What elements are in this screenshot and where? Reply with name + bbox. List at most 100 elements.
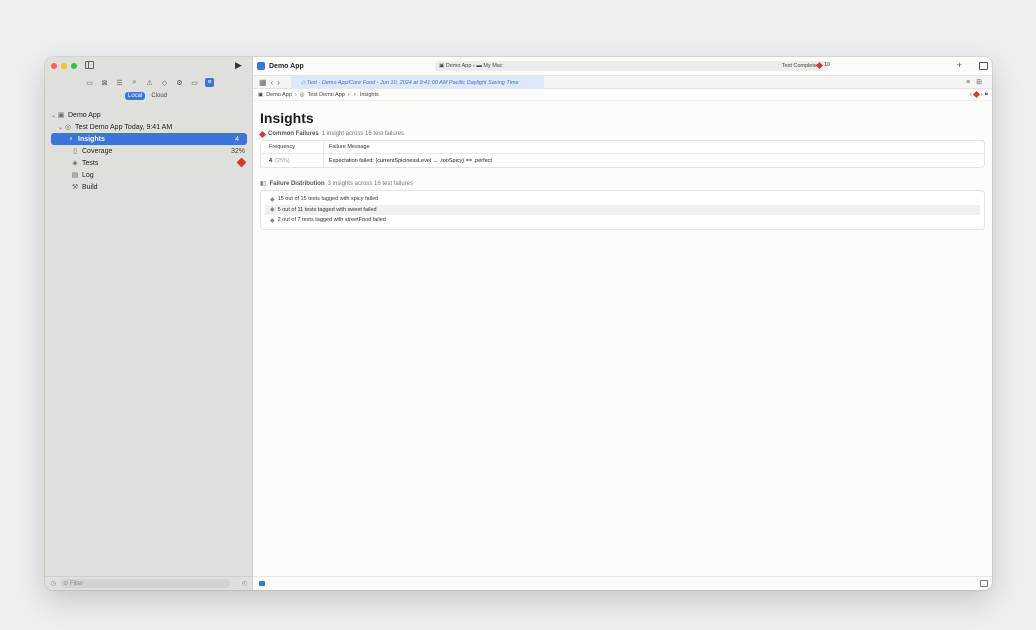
section-subtitle: 3 insights across 16 test failures bbox=[327, 180, 413, 187]
section-title: Failure Distribution bbox=[269, 180, 325, 187]
breadcrumb-item[interactable]: Test Demo App bbox=[308, 92, 345, 98]
navigator-sidebar: ▶ ▭ ⊠ ☰ ⌕ ⚠ ◇ ⚙ ▭ ≡ Local Cloud ⌄ ▣ Demo… bbox=[45, 57, 253, 590]
app-icon: ▣ bbox=[258, 91, 264, 98]
failure-distribution-list: ◆ 15 out of 15 tests tagged with spicy f… bbox=[260, 190, 985, 230]
issue-navigation: ‹ › 🔒︎ bbox=[970, 90, 988, 99]
test-failure-icon bbox=[236, 157, 247, 168]
add-icon[interactable]: + bbox=[957, 60, 962, 70]
breadcrumb-item[interactable]: Demo App bbox=[266, 92, 292, 98]
run-button[interactable]: ▶ bbox=[235, 60, 242, 71]
tag-icon: ◆ bbox=[270, 217, 275, 224]
filter-options-icon[interactable]: ◷ bbox=[51, 580, 56, 587]
issue-icon[interactable]: ⚠ bbox=[145, 78, 154, 87]
frequency-cell: 4 (25%) bbox=[261, 154, 324, 167]
sidebar-item-label: Log bbox=[82, 171, 94, 179]
failure-message-cell: Expectation failed: (currentSpicinessLev… bbox=[329, 157, 492, 164]
test-run-time: Today, 9:41 AM bbox=[124, 123, 173, 131]
xcode-window: ▶ ▭ ⊠ ☰ ⌕ ⚠ ◇ ⚙ ▭ ≡ Local Cloud ⌄ ▣ Demo… bbox=[45, 57, 992, 590]
sidebar-item-label: Insights bbox=[78, 135, 105, 143]
tag-icon: ◆ bbox=[270, 207, 275, 214]
filter-input[interactable]: ⊙ Filter bbox=[60, 579, 231, 588]
test-run-icon: ◎ bbox=[299, 91, 305, 98]
table-row[interactable]: 4 (25%) Expectation failed: (currentSpic… bbox=[261, 154, 984, 167]
breakpoint-icon[interactable]: ▭ bbox=[190, 78, 199, 87]
section-subtitle: 1 insight across 16 test failures bbox=[321, 131, 405, 137]
distribution-icon: ▮▯ bbox=[260, 181, 267, 187]
folder-icon[interactable]: ▭ bbox=[85, 78, 94, 87]
test-diamond-icon: ◈ bbox=[72, 160, 78, 167]
window-title: Demo App bbox=[269, 62, 304, 70]
project-label: Demo App bbox=[68, 111, 101, 119]
activity-view[interactable]: ▣ Demo App › ▬ My Mac Test Completed bbox=[435, 61, 828, 71]
filter-icon: ⊙ bbox=[63, 581, 69, 587]
scheme-icon: ▣ bbox=[439, 63, 445, 69]
column-failure-message[interactable]: Failure Message bbox=[324, 144, 370, 150]
sidebar-item-tests[interactable]: ◈ Tests bbox=[45, 157, 253, 169]
insights-count-badge: 4 bbox=[235, 135, 239, 143]
local-cloud-segmented: Local Cloud bbox=[125, 92, 170, 100]
minimize-window-button[interactable] bbox=[61, 63, 67, 69]
failure-percent: (25%) bbox=[275, 157, 290, 164]
destination-selector[interactable]: My Mac bbox=[483, 63, 502, 69]
project-row[interactable]: ⌄ ▣ Demo App bbox=[45, 109, 253, 121]
navigator-selector-bar: ▭ ⊠ ☰ ⌕ ⚠ ◇ ⚙ ▭ ≡ bbox=[85, 78, 214, 87]
error-indicator[interactable]: 10 bbox=[815, 61, 830, 69]
filter-placeholder: Filter bbox=[69, 580, 84, 587]
sidebar-filter-bar: ◷ ⊙ Filter ◴ bbox=[45, 576, 253, 590]
scheme-selector[interactable]: Demo App bbox=[446, 63, 472, 69]
failure-count: 4 bbox=[269, 157, 273, 164]
common-failures-heading: Common Failures 1 insight across 16 test… bbox=[258, 130, 985, 138]
cloud-segment[interactable]: Cloud bbox=[148, 92, 170, 100]
list-item-label: 2 out of 7 tests tagged with streetFood … bbox=[277, 217, 386, 224]
page-title: Insights bbox=[260, 110, 314, 126]
sidebar-toggle-icon[interactable] bbox=[85, 61, 94, 69]
list-item-label: 15 out of 15 tests tagged with spicy fai… bbox=[277, 196, 379, 203]
debug-icon[interactable]: ⚙ bbox=[175, 78, 184, 87]
list-item-label: 5 out of 11 tests tagged with sweet fail… bbox=[277, 206, 377, 213]
sidebar-item-log[interactable]: ▤ Log bbox=[45, 169, 253, 181]
lock-icon[interactable]: 🔒︎ bbox=[985, 91, 988, 98]
sidebar-item-coverage[interactable]: ▯ Coverage 32% bbox=[45, 145, 253, 157]
nav-back-forward[interactable]: ▦‹› bbox=[259, 78, 284, 87]
inspector-toggle-icon[interactable] bbox=[979, 62, 988, 70]
find-icon[interactable]: ⌕ bbox=[130, 78, 139, 87]
error-icon bbox=[972, 90, 980, 99]
hammer-icon: ⚒ bbox=[71, 184, 79, 191]
app-icon: ▣ bbox=[57, 112, 65, 119]
sidebar-item-insights[interactable]: ♀ Insights 4 bbox=[51, 133, 247, 145]
list-item[interactable]: ◆ 2 out of 7 tests tagged with streetFoo… bbox=[265, 215, 980, 226]
error-icon bbox=[815, 61, 824, 69]
report-icon[interactable]: ≡ bbox=[205, 78, 214, 87]
breadcrumb-item[interactable]: Insights bbox=[360, 92, 379, 98]
breadcrumb: ▣ Demo App › ◎ Test Demo App › ♀ Insights … bbox=[253, 89, 992, 101]
app-icon bbox=[257, 62, 265, 70]
recent-icon[interactable]: ◴ bbox=[242, 580, 247, 587]
sidebar-item-label: Tests bbox=[82, 159, 99, 167]
column-frequency[interactable]: Frequency bbox=[261, 141, 324, 153]
debug-bar bbox=[253, 576, 992, 590]
local-segment[interactable]: Local bbox=[125, 92, 146, 100]
log-icon: ▤ bbox=[71, 172, 79, 179]
insights-content: Insights Common Failures 1 insight acros… bbox=[253, 101, 992, 251]
source-control-icon[interactable]: ⊠ bbox=[100, 78, 109, 87]
sidebar-item-build[interactable]: ⚒ Build bbox=[45, 181, 253, 193]
debug-area-toggle-icon[interactable] bbox=[259, 581, 265, 586]
chevron-left-icon[interactable]: ‹ bbox=[970, 92, 972, 98]
test-icon[interactable]: ◇ bbox=[160, 78, 169, 87]
list-item[interactable]: ◆ 15 out of 15 tests tagged with spicy f… bbox=[265, 194, 980, 205]
chevron-right-icon[interactable]: › bbox=[981, 92, 983, 98]
editor-options-icon[interactable]: ≡⊞ bbox=[966, 78, 988, 86]
tab-test-report[interactable]: ◇ Test - Demo App/Core Food - Jun 10, 20… bbox=[291, 76, 544, 89]
zoom-window-button[interactable] bbox=[71, 63, 77, 69]
console-toggle-icon[interactable] bbox=[980, 580, 988, 587]
symbol-icon[interactable]: ☰ bbox=[115, 78, 124, 87]
test-run-icon: ◎ bbox=[64, 124, 72, 131]
test-diamond-icon: ◇ bbox=[301, 79, 306, 86]
test-run-row[interactable]: ⌄ ◎ Test Demo App Today, 9:41 AM bbox=[45, 121, 253, 133]
sidebar-item-label: Coverage bbox=[82, 147, 113, 155]
error-icon bbox=[258, 130, 267, 138]
window-controls bbox=[51, 63, 77, 69]
close-window-button[interactable] bbox=[51, 63, 57, 69]
table-header: Frequency Failure Message bbox=[261, 141, 984, 154]
list-item[interactable]: ◆ 5 out of 11 tests tagged with sweet fa… bbox=[265, 204, 980, 215]
